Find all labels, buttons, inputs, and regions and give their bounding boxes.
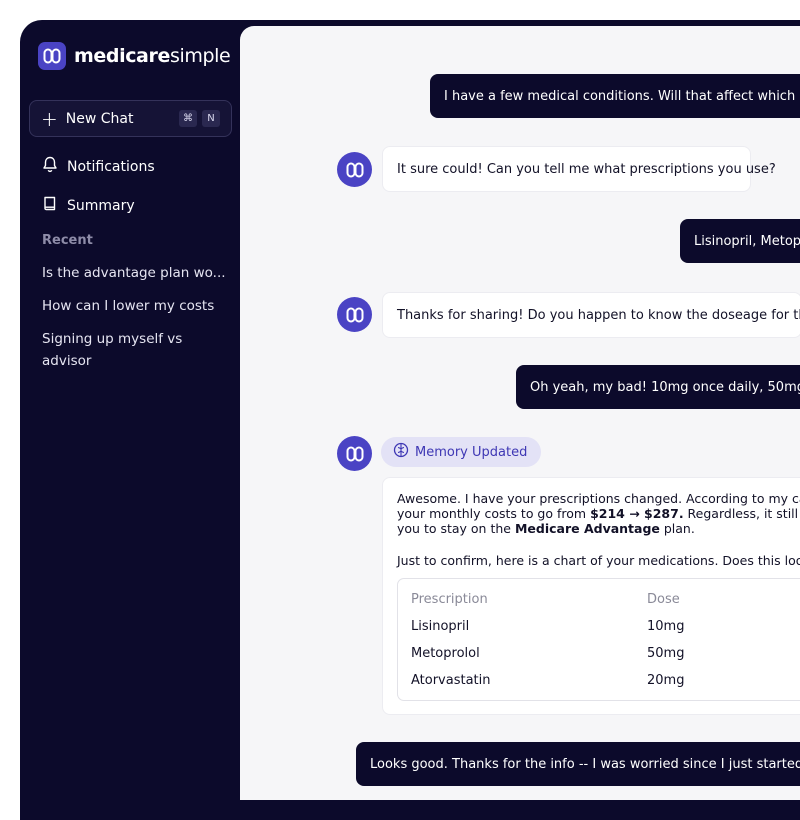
recent-chat-item[interactable]: Is the advantage plan wo...	[42, 262, 227, 284]
table-row: Lisinopril 10mg	[398, 613, 800, 640]
prescription-cell: Metoprolol	[411, 646, 480, 661]
assistant-message: Thanks for sharing! Do you happen to kno…	[382, 292, 800, 338]
sidebar-item-label: Notifications	[67, 158, 155, 175]
shortcut-hint: ⌘ N	[174, 110, 220, 127]
message-text: Lisinopril, Metopro	[694, 233, 800, 249]
sidebar-item-summary[interactable]: Summary	[42, 195, 135, 216]
dose-cell: 50mg	[647, 646, 685, 661]
message-line: you to stay on the Medicare Advantage pl…	[397, 521, 695, 536]
medication-table: Prescription Dose Lisinopril 10mg Metopr…	[397, 578, 800, 701]
assistant-message: Awesome. I have your prescriptions chang…	[382, 477, 800, 715]
command-key: ⌘	[179, 110, 197, 127]
message-text: Thanks for sharing! Do you happen to kno…	[397, 307, 800, 323]
user-message: Lisinopril, Metopro	[680, 219, 800, 263]
table-row: Atorvastatin 20mg	[398, 667, 800, 694]
user-message: Oh yeah, my bad! 10mg once daily, 50mg 2…	[516, 365, 800, 409]
dose-cell: 10mg	[647, 619, 685, 634]
sidebar: medicaresimple + New Chat ⌘ N Notificati…	[20, 20, 240, 800]
message-text: Oh yeah, my bad! 10mg once daily, 50mg 2…	[530, 379, 800, 395]
chat-area: I have a few medical conditions. Will th…	[240, 26, 800, 800]
sidebar-item-notifications[interactable]: Notifications	[42, 156, 155, 177]
assistant-avatar-icon	[337, 297, 372, 332]
brand-name: medicaresimple	[74, 45, 231, 67]
brain-icon	[393, 442, 409, 462]
brand[interactable]: medicaresimple	[38, 42, 231, 70]
user-message: Looks good. Thanks for the info -- I was…	[356, 742, 800, 786]
new-chat-button[interactable]: + New Chat ⌘ N	[29, 100, 232, 137]
prescription-cell: Atorvastatin	[411, 673, 491, 688]
prescription-cell: Lisinopril	[411, 619, 470, 634]
app-window: medicaresimple + New Chat ⌘ N Notificati…	[20, 20, 800, 820]
medicare-simple-logo-icon	[38, 42, 66, 70]
bell-icon	[42, 156, 58, 177]
recent-chat-item[interactable]: How can I lower my costs	[42, 295, 227, 317]
column-header: Dose	[647, 592, 680, 607]
new-chat-label: New Chat	[65, 110, 134, 127]
message-line: Just to confirm, here is a chart of your…	[397, 553, 800, 568]
n-key: N	[202, 110, 220, 127]
book-icon	[42, 195, 58, 216]
user-message: I have a few medical conditions. Will th…	[430, 74, 800, 118]
assistant-avatar-icon	[337, 152, 372, 187]
message-line: your monthly costs to go from $214 → $28…	[397, 506, 800, 521]
memory-updated-badge[interactable]: Memory Updated	[381, 437, 542, 467]
message-text: Looks good. Thanks for the info -- I was…	[370, 756, 800, 772]
message-text: It sure could! Can you tell me what pres…	[397, 161, 776, 177]
recent-section-label: Recent	[42, 233, 93, 248]
assistant-avatar-icon	[337, 436, 372, 471]
sidebar-item-label: Summary	[67, 197, 135, 214]
message-line: Awesome. I have your prescriptions chang…	[397, 491, 800, 506]
table-row: Metoprolol 50mg	[398, 640, 800, 667]
plus-icon: +	[41, 106, 58, 131]
table-header-row: Prescription Dose	[398, 586, 800, 613]
dose-cell: 20mg	[647, 673, 685, 688]
memory-badge-label: Memory Updated	[415, 444, 528, 460]
message-text: I have a few medical conditions. Will th…	[444, 88, 800, 104]
assistant-message: It sure could! Can you tell me what pres…	[382, 146, 776, 192]
column-header: Prescription	[411, 592, 488, 607]
recent-chat-item[interactable]: Signing up myself vs advisor	[42, 328, 202, 372]
